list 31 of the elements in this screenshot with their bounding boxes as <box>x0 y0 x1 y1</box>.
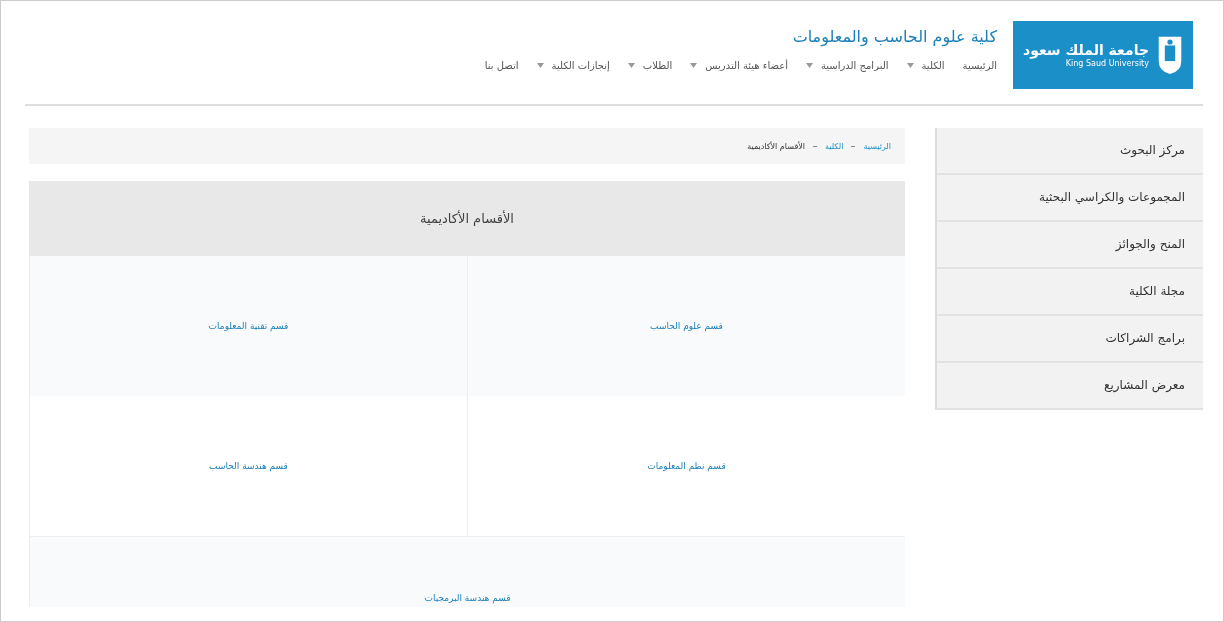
logo-text: جامعة الملك سعود <box>1023 42 1149 59</box>
separator-icon <box>813 145 817 147</box>
nav-link[interactable]: الطلاب <box>627 60 673 71</box>
sidebar-item[interactable]: معرض المشاريع <box>937 363 1203 410</box>
department-link[interactable]: قسم تقنية المعلومات <box>208 321 289 331</box>
sidebar-item[interactable]: برامج الشراكات <box>937 316 1203 363</box>
nav-link[interactable]: البرامج الدراسية <box>805 60 889 71</box>
section-heading: الأقسام الأكاديمية <box>29 181 905 256</box>
caret-icon <box>906 63 914 68</box>
caret-icon <box>536 63 544 68</box>
separator-icon <box>851 145 856 147</box>
department-link[interactable]: قسم نظم المعلومات <box>647 461 726 471</box>
caret-icon <box>627 63 635 68</box>
sidebar-item[interactable]: مجلة الكلية <box>937 269 1203 316</box>
sidebar-item[interactable]: المجموعات والكراسي البحثية <box>937 175 1203 222</box>
nav-link[interactable]: الرئيسية <box>962 60 997 71</box>
nav-link[interactable]: الكلية <box>906 60 945 71</box>
caret-icon <box>805 63 813 68</box>
logo-subtitle: King Saud University <box>1064 58 1149 68</box>
breadcrumb-link[interactable]: الأقسام الأكاديمية <box>747 141 805 151</box>
nav-link[interactable]: إنجازات الكلية <box>536 60 610 71</box>
caret-icon <box>690 63 698 68</box>
site-title: كلية علوم الحاسب والمعلومات <box>791 27 997 46</box>
nav-link[interactable]: اتصل بنا <box>484 60 519 71</box>
sidebar-item[interactable]: المنح والجوائز <box>937 222 1203 269</box>
sidebar-item[interactable]: مركز البحوث <box>937 128 1203 175</box>
breadcrumb-link[interactable]: الرئيسية <box>863 141 891 151</box>
department-link[interactable]: قسم هندسة الحاسب <box>209 461 288 471</box>
department-link[interactable]: قسم علوم الحاسب <box>650 321 723 331</box>
department-link[interactable]: قسم هندسة البرمجيات <box>424 593 511 603</box>
nav-link[interactable]: أعضاء هيئة التدريس <box>690 60 788 71</box>
